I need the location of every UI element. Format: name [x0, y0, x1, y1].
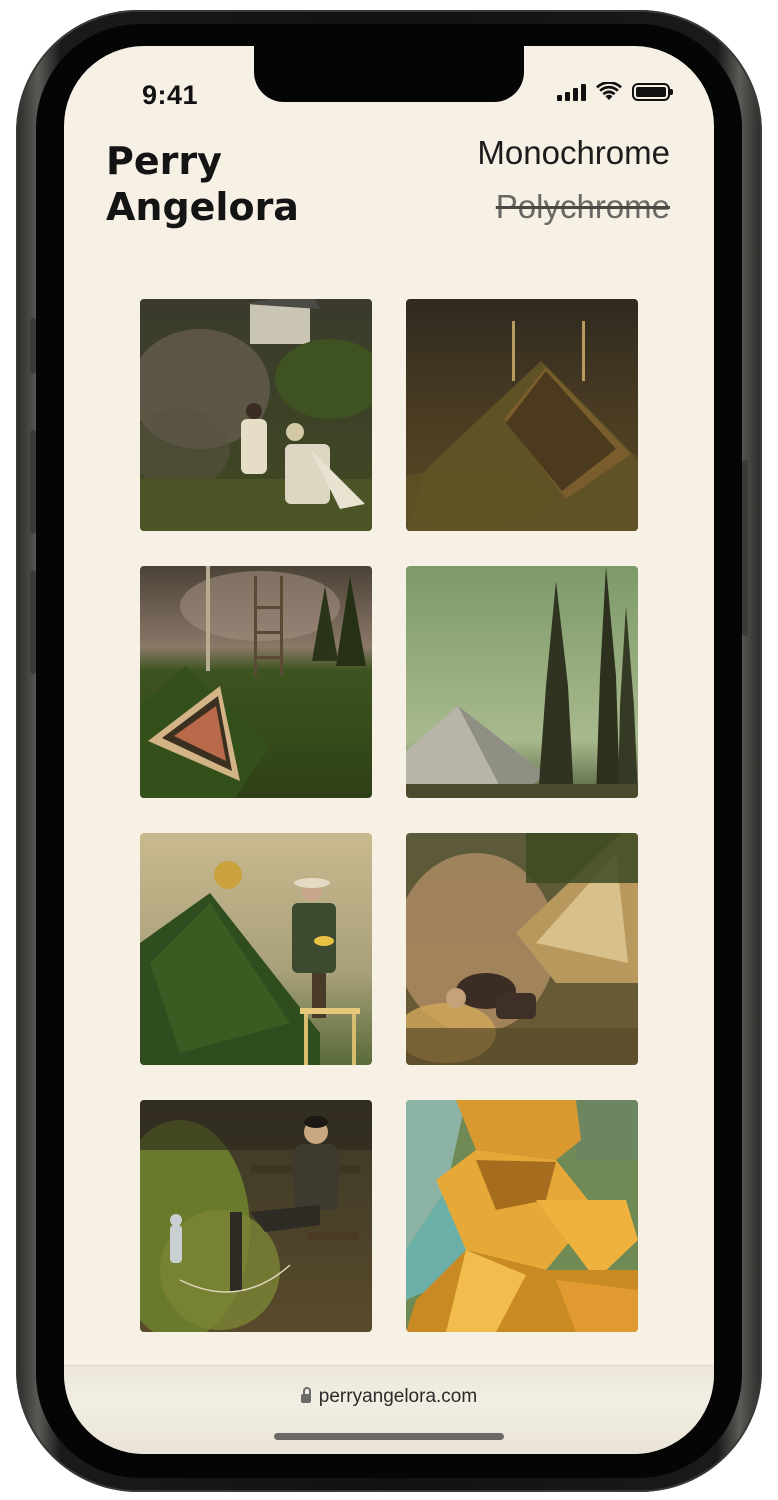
status-icons: [557, 82, 673, 101]
home-indicator[interactable]: [274, 1433, 504, 1440]
painting-thumbnail[interactable]: [140, 299, 372, 531]
painting-thumbnail[interactable]: [140, 566, 372, 798]
side-button: [742, 460, 748, 636]
url-text: perryangelora.com: [318, 1386, 478, 1407]
artist-name[interactable]: Perry Angelora: [106, 138, 366, 230]
painting-thumbnail[interactable]: [406, 299, 638, 531]
painting-thumbnail[interactable]: [406, 1100, 638, 1332]
painting-thumbnail[interactable]: [140, 833, 372, 1065]
browser-address-bar[interactable]: perryangelora.com: [64, 1365, 714, 1454]
painting-thumbnail[interactable]: [406, 566, 638, 798]
cellular-signal-icon: [557, 83, 586, 101]
status-time: 9:41: [141, 80, 199, 110]
painting-gallery: [140, 299, 638, 1332]
nav-monochrome-link[interactable]: Monochrome: [477, 134, 670, 172]
lock-icon: [300, 1387, 311, 1403]
notch: [254, 46, 524, 102]
painting-thumbnail[interactable]: [140, 1100, 372, 1332]
battery-icon: [632, 82, 673, 101]
nav-polychrome-link[interactable]: Polychrome: [496, 188, 670, 226]
wifi-icon: [596, 82, 622, 100]
screen: 9:41 Perry Angelora Monochrome Polychrom…: [64, 46, 714, 1454]
url-field[interactable]: perryangelora.com: [64, 1386, 714, 1408]
painting-thumbnail[interactable]: [406, 833, 638, 1065]
